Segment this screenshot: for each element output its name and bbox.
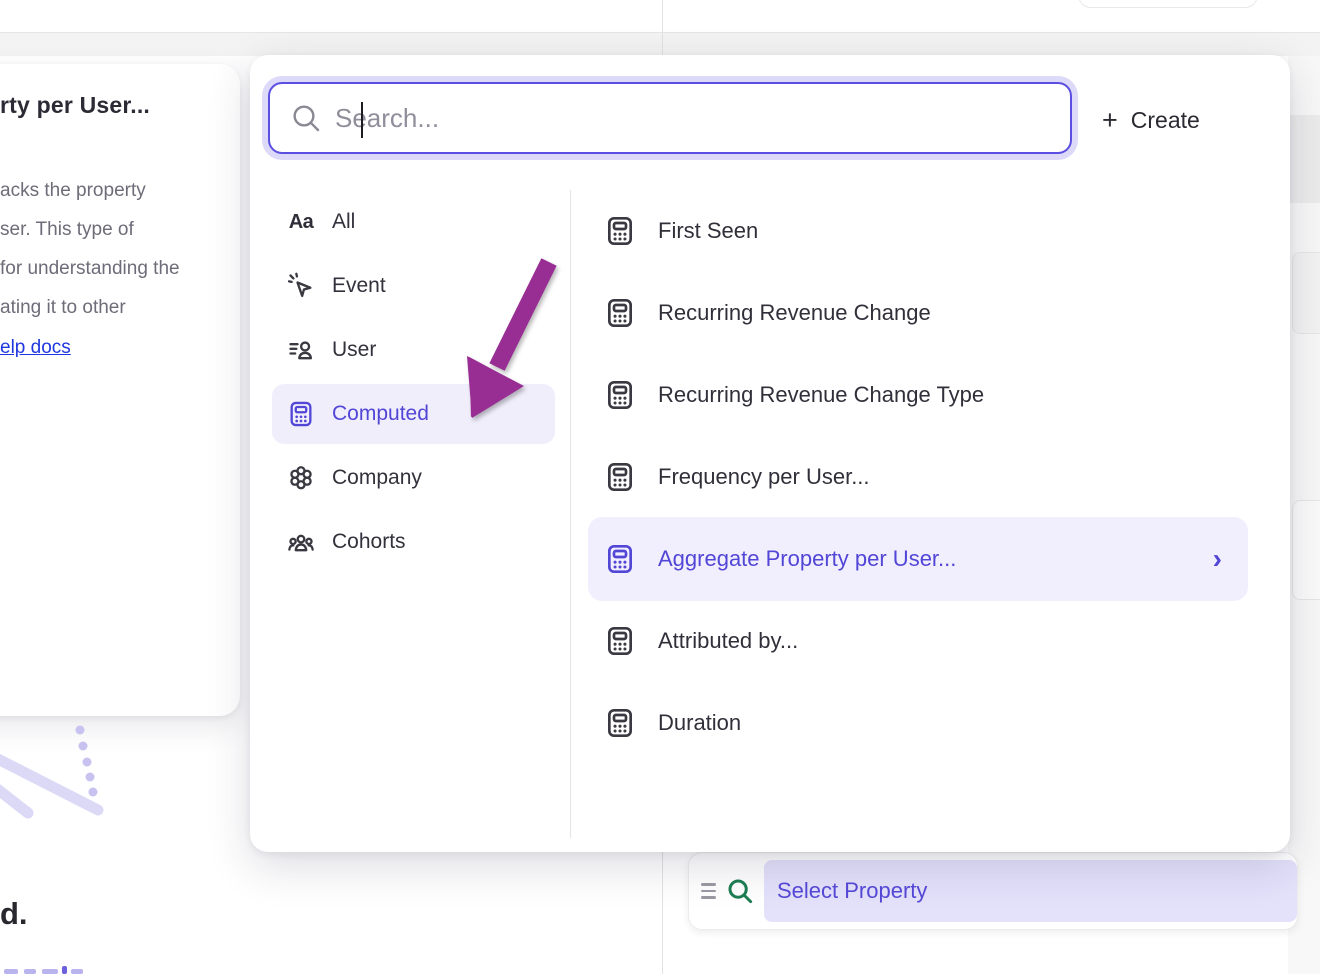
drag-handle-icon[interactable] — [701, 883, 716, 898]
search-icon — [290, 102, 322, 134]
background-heading-fragment: d. — [0, 896, 28, 932]
green-search-icon — [725, 876, 755, 906]
category-label: User — [332, 338, 376, 362]
category-user[interactable]: User — [272, 328, 555, 372]
property-item-recurring-revenue-change-type[interactable]: Recurring Revenue Change Type — [588, 371, 1248, 419]
tooltip-line: ser. This type of — [0, 210, 226, 249]
text-caret — [361, 102, 363, 138]
category-label: Event — [332, 274, 386, 298]
property-item-first-seen[interactable]: First Seen — [588, 207, 1248, 255]
property-picker-modal: + Create Aa All Event User — [250, 55, 1290, 852]
property-item-label: Recurring Revenue Change Type — [658, 382, 1248, 408]
category-label: Company — [332, 466, 422, 490]
category-label: Computed — [332, 402, 429, 426]
category-company[interactable]: Company — [272, 456, 555, 500]
property-item-recurring-revenue-change[interactable]: Recurring Revenue Change — [588, 289, 1248, 337]
tooltip-line: ating it to other — [0, 288, 226, 327]
category-all[interactable]: Aa All — [272, 200, 555, 244]
cohorts-icon — [286, 527, 316, 557]
tooltip-body: acks the property ser. This type of for … — [0, 171, 226, 327]
property-item-label: Frequency per User... — [658, 464, 1248, 490]
property-item-label: Duration — [658, 710, 1248, 736]
calculator-icon — [604, 625, 636, 657]
query-builder-row: Select Property — [688, 852, 1298, 930]
tooltip-line: acks the property — [0, 171, 226, 210]
create-button[interactable]: + Create — [1102, 100, 1242, 140]
modal-column-divider — [570, 190, 571, 838]
background-right-box — [1292, 252, 1320, 334]
search-input[interactable] — [322, 88, 1070, 148]
calculator-icon — [604, 379, 636, 411]
calculator-icon — [604, 543, 636, 575]
property-item-duration[interactable]: Duration — [588, 699, 1248, 747]
tooltip-line: for understanding the — [0, 249, 226, 288]
help-docs-link[interactable]: elp docs — [0, 337, 71, 359]
select-property-label: Select Property — [777, 878, 927, 904]
select-property-button[interactable]: Select Property — [764, 860, 1297, 922]
plus-icon: + — [1102, 107, 1118, 134]
property-item-label: Aggregate Property per User... — [658, 546, 1191, 572]
background-partial-pill — [1078, 0, 1258, 8]
text-format-icon: Aa — [286, 207, 316, 237]
background-right-block — [1290, 115, 1320, 203]
property-item-label: Attributed by... — [658, 628, 1248, 654]
calculator-icon — [286, 399, 316, 429]
calculator-icon — [604, 461, 636, 493]
user-list-icon — [286, 335, 316, 365]
property-item-label: First Seen — [658, 218, 1248, 244]
property-item-attributed-by[interactable]: Attributed by... — [588, 617, 1248, 665]
property-item-label: Recurring Revenue Change — [658, 300, 1248, 326]
category-computed[interactable]: Computed — [272, 384, 555, 444]
category-cohorts[interactable]: Cohorts — [272, 520, 555, 564]
background-right-box — [1292, 500, 1320, 600]
event-click-icon — [286, 271, 316, 301]
property-item-aggregate-property-per-user[interactable]: Aggregate Property per User... › — [588, 517, 1248, 601]
calculator-icon — [604, 707, 636, 739]
company-cluster-icon — [286, 463, 316, 493]
calculator-icon — [604, 215, 636, 247]
category-label: All — [332, 210, 355, 234]
tooltip-title: rty per User... — [0, 92, 226, 119]
chevron-right-icon: › — [1213, 545, 1222, 573]
background-toolbar-band — [0, 32, 1320, 56]
calculator-icon — [604, 297, 636, 329]
property-tooltip-card: rty per User... acks the property ser. T… — [0, 64, 240, 716]
property-item-frequency-per-user[interactable]: Frequency per User... — [588, 453, 1248, 501]
clipped-link-fragment — [4, 966, 94, 974]
category-label: Cohorts — [332, 530, 406, 554]
category-event[interactable]: Event — [272, 264, 555, 308]
search-bar — [268, 82, 1072, 154]
